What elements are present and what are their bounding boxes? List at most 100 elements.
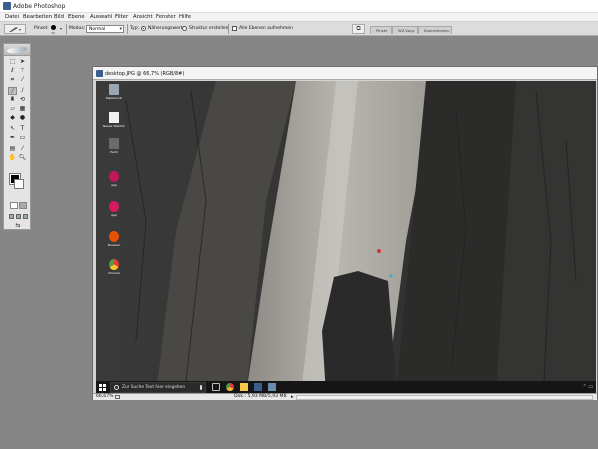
marquee-tool-icon[interactable]: ⬚	[8, 58, 17, 66]
slice-tool-icon[interactable]: ⁄	[18, 76, 27, 84]
desktop-icon-paint[interactable]: Paint	[103, 138, 125, 154]
desktop-icon-label: Browser	[107, 243, 121, 247]
history-brush-icon[interactable]: ⟲	[18, 96, 27, 104]
lasso-tool-icon[interactable]: ℓ	[8, 67, 17, 75]
desktop-icon-recycle-bin[interactable]: Papierkorb	[103, 84, 125, 100]
windows-start-icon[interactable]	[99, 384, 106, 391]
microphone-icon	[200, 385, 202, 390]
type-radio-proximity[interactable]	[141, 26, 146, 31]
image-canvas[interactable]: Papierkorb Neues Textdok Paint App App B…	[96, 81, 596, 394]
separator	[228, 24, 229, 34]
file-explorer-icon[interactable]	[240, 383, 248, 391]
menu-filter[interactable]: Filter	[115, 14, 128, 20]
blur-tool-icon[interactable]: ◆	[8, 114, 17, 122]
screen-mode-full-button[interactable]	[23, 214, 28, 219]
taskbar-chrome-icon[interactable]	[226, 383, 234, 391]
eyedropper-icon[interactable]: ⁄	[18, 145, 27, 153]
menu-bar: Datei Bearbeiten Bild Ebene Auswahl Filt…	[0, 13, 598, 22]
paint-icon	[109, 138, 119, 149]
menu-datei[interactable]: Datei	[5, 14, 19, 20]
task-view-icon[interactable]	[212, 383, 220, 391]
menu-ebene[interactable]: Ebene	[68, 14, 85, 20]
desktop-icon-app-1[interactable]: App	[103, 171, 125, 187]
crop-tool-icon[interactable]: ⌗	[8, 76, 17, 84]
healing-brush-tool-icon[interactable]: ⁄	[8, 87, 17, 95]
cliff-photo	[96, 81, 596, 394]
move-tool-icon[interactable]: ➤	[18, 58, 27, 66]
sample-all-layers-label: Alle Ebenen aufnehmen	[239, 26, 293, 31]
mode-value: Normal	[89, 27, 106, 32]
shape-tool-icon[interactable]: ▭	[18, 134, 27, 142]
system-tray-icon[interactable]: ⌃ ▭	[582, 384, 593, 390]
brush-size: 34	[51, 31, 55, 35]
type-option-proximity: Näherungswert	[148, 26, 183, 31]
tool-preset-picker[interactable]	[4, 24, 26, 34]
menu-fenster[interactable]: Fenster	[156, 14, 176, 20]
palette-tab-brushes[interactable]: Pinsel	[370, 26, 392, 34]
magic-wand-icon[interactable]: ⚚	[18, 67, 27, 75]
separator	[127, 24, 128, 34]
chrome-icon	[109, 259, 119, 270]
desktop-icon-browser[interactable]: Browser	[103, 231, 125, 247]
desktop-icon-text-document[interactable]: Neues Textdok	[103, 112, 125, 128]
separator	[66, 24, 67, 34]
dodge-tool-icon[interactable]: ●	[18, 114, 27, 122]
document-window: desktop.JPG @ 66,7% (RGB/8#) Papierkorb …	[92, 66, 598, 400]
type-radio-texture[interactable]	[182, 26, 187, 31]
eraser-tool-icon[interactable]: ▱	[8, 105, 17, 113]
sample-all-layers-checkbox[interactable]	[232, 26, 237, 31]
recycle-bin-icon	[109, 84, 119, 95]
taskbar-photoshop-icon[interactable]	[254, 383, 262, 391]
stamp-tool-icon[interactable]: ♜	[8, 96, 17, 104]
app-titlebar: Adobe Photoshop	[0, 0, 598, 13]
desktop-icon-app-2[interactable]: App	[103, 201, 125, 217]
status-preview-icon[interactable]	[115, 395, 120, 399]
menu-auswahl[interactable]: Auswahl	[90, 14, 112, 20]
menu-bearbeiten[interactable]: Bearbeiten	[23, 14, 52, 20]
notes-tool-icon[interactable]: ▤	[8, 145, 17, 153]
pen-tool-icon[interactable]: ✒	[8, 134, 17, 142]
menu-ansicht[interactable]: Ansicht	[133, 14, 153, 20]
path-select-icon[interactable]: ↖	[8, 125, 17, 133]
toolbox-header	[4, 44, 30, 56]
document-status-bar: 66,67% Dok.: 5,93 MB/5,93 MB ▸	[93, 393, 597, 400]
menu-bild[interactable]: Bild	[54, 14, 64, 20]
screen-mode-menu-button[interactable]	[16, 214, 21, 219]
desktop-icon-chrome[interactable]: Chrome	[103, 259, 125, 275]
palette-toggle-icon[interactable]: ⧉	[352, 24, 365, 34]
hand-tool-icon[interactable]: ✋	[8, 154, 17, 162]
chevron-down-icon[interactable]: ▾	[60, 26, 62, 31]
quick-mask-button[interactable]	[19, 202, 27, 209]
type-option-texture: Struktur erstellen	[189, 26, 229, 31]
desktop-icon-label: Chrome	[108, 271, 120, 275]
gradient-tool-icon[interactable]: ▦	[18, 105, 27, 113]
desktop-icon-label: App	[111, 213, 117, 217]
app-title: Adobe Photoshop	[13, 3, 66, 10]
brush-preview[interactable]	[51, 25, 56, 30]
status-menu-arrow-icon[interactable]: ▸	[291, 394, 294, 400]
desktop-icon-label: App	[111, 183, 117, 187]
zoom-tool-icon[interactable]: 🔍︎	[18, 154, 27, 162]
document-title: desktop.JPG @ 66,7% (RGB/8#)	[105, 71, 185, 77]
palette-tab-layer-comps[interactable]: Ebenenkomp.	[418, 26, 452, 34]
screen-mode-standard-button[interactable]	[9, 214, 14, 219]
app-icon	[109, 201, 119, 212]
menu-hilfe[interactable]: Hilfe	[179, 14, 191, 20]
windows-search-box[interactable]: Zur Suche Text hier eingeben	[110, 382, 206, 393]
taskbar-app-icon[interactable]	[268, 383, 276, 391]
standard-mode-button[interactable]	[10, 202, 18, 209]
photoshop-icon	[3, 2, 11, 10]
browser-icon	[109, 231, 119, 242]
horizontal-scrollbar[interactable]	[296, 395, 593, 400]
zoom-level[interactable]: 66,67%	[96, 394, 114, 399]
document-titlebar[interactable]: desktop.JPG @ 66,7% (RGB/8#)	[93, 67, 597, 80]
desktop-icon-label: Papierkorb	[106, 96, 122, 100]
document-size: Dok.: 5,93 MB/5,93 MB	[234, 394, 287, 399]
mode-select[interactable]: Normal ▾	[86, 25, 124, 33]
brush-tool-icon[interactable]: ∕	[18, 87, 27, 95]
type-label: Typ:	[130, 26, 140, 31]
palette-tab-tool-presets[interactable]: WZ-Vorg.	[392, 26, 418, 34]
jump-to-imageready-icon[interactable]: ⇆	[12, 222, 24, 229]
type-tool-icon[interactable]: T	[18, 125, 27, 133]
background-color-swatch[interactable]	[14, 179, 24, 189]
